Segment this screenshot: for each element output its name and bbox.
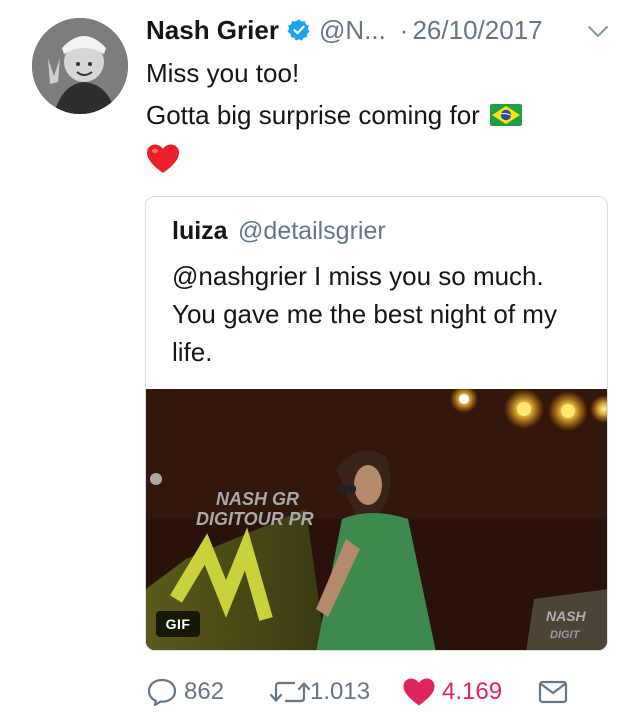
verified-badge-icon xyxy=(287,19,310,41)
direct-message-button[interactable] xyxy=(538,672,568,712)
reply-icon xyxy=(147,678,177,707)
svg-text:DIGITOUR PR: DIGITOUR PR xyxy=(196,509,314,529)
tweet-date[interactable]: 26/10/2017 xyxy=(412,15,542,46)
retweet-button[interactable]: 1.013 xyxy=(270,672,370,712)
concert-gif-image: NASH GR DIGITOUR PR NASH DIGIT xyxy=(146,389,607,650)
like-count: 4.169 xyxy=(442,678,503,705)
like-button[interactable]: 4.169 xyxy=(402,672,502,712)
reply-button[interactable]: 862 xyxy=(146,672,224,712)
quoted-text: @nashgrier I miss you so much. You gave … xyxy=(172,261,557,367)
tweet-body: Miss you too! Gotta big surprise coming … xyxy=(146,52,616,178)
svg-text:DIGIT: DIGIT xyxy=(550,629,581,641)
tweet-line-2-text: Gotta big surprise coming for xyxy=(146,100,480,130)
retweet-icon xyxy=(270,681,310,703)
author-handle[interactable]: @N... xyxy=(319,15,386,46)
author-name[interactable]: Nash Grier xyxy=(146,15,279,46)
chevron-down-icon[interactable] xyxy=(586,22,610,40)
header-separator: · xyxy=(399,14,409,45)
retweet-count: 1.013 xyxy=(310,678,371,705)
quoted-tweet-card[interactable]: luiza @detailsgrier @nashgrier I miss yo… xyxy=(145,196,608,651)
tweet-actions: 862 1.013 4.169 xyxy=(146,672,616,712)
svg-text:NASH: NASH xyxy=(546,608,587,624)
tweet-header: Nash Grier @N... · 26/10/2017 xyxy=(146,14,543,46)
quoted-header: luiza @detailsgrier xyxy=(172,217,386,246)
tweet-line-1: Miss you too! xyxy=(146,58,300,88)
brazil-flag-icon xyxy=(489,104,522,126)
tweet-line-2: Gotta big surprise coming for xyxy=(146,94,616,136)
heart-filled-icon xyxy=(403,678,435,706)
tweet-line-3 xyxy=(146,136,616,178)
author-avatar[interactable] xyxy=(32,18,128,114)
gif-badge: GIF xyxy=(156,611,200,637)
quoted-author-name[interactable]: luiza xyxy=(172,217,228,245)
quoted-gif-media[interactable]: NASH GR DIGITOUR PR NASH DIGIT GIF xyxy=(146,389,607,650)
red-heart-icon xyxy=(147,144,179,173)
envelope-icon xyxy=(538,680,568,704)
reply-count: 862 xyxy=(184,678,225,705)
quoted-author-handle[interactable]: @detailsgrier xyxy=(238,217,386,245)
avatar-photo xyxy=(32,18,128,114)
svg-text:NASH GR: NASH GR xyxy=(216,489,299,509)
